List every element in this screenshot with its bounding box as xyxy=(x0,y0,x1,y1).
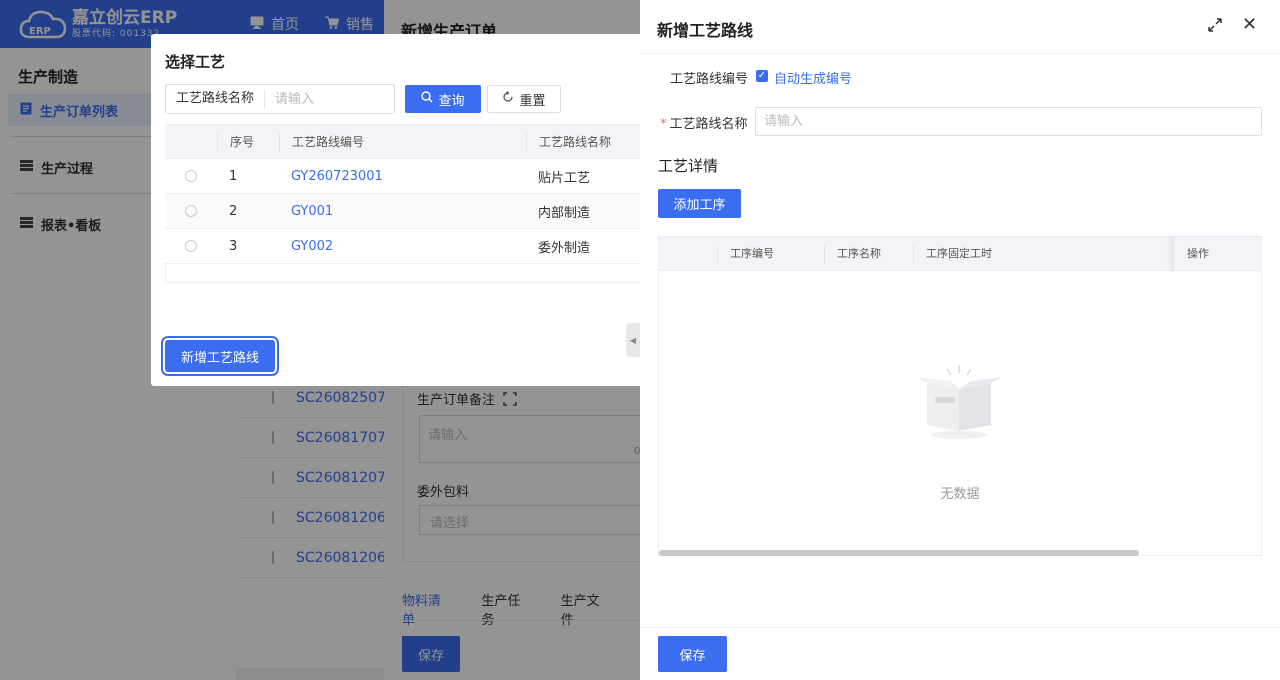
table-row[interactable]: 3 GY002 委外制造 xyxy=(165,229,640,264)
caret-left-icon: ◀ xyxy=(629,335,637,345)
route-name-input[interactable] xyxy=(755,107,1262,136)
row-index: 2 xyxy=(229,203,238,219)
column-header: 工艺路线名称 xyxy=(526,132,640,151)
expand-icon[interactable] xyxy=(1206,16,1224,34)
column-header: 工序固定工时 xyxy=(913,244,1113,263)
empty-box-icon xyxy=(913,365,1007,441)
route-code-label: 工艺路线编号 xyxy=(670,72,749,87)
select-process-modal: 选择工艺 工艺路线名称 查询 重置 序号 工艺路线编号 工艺路线名称 1 GY2… xyxy=(151,34,640,386)
reset-button[interactable]: 重置 xyxy=(487,85,561,113)
auto-code-checkbox[interactable]: ✓ xyxy=(756,70,768,82)
row-radio[interactable] xyxy=(185,240,197,252)
table-header: 工序编号 工序名称 工序固定工时 操作 xyxy=(659,237,1261,271)
route-code-link[interactable]: GY260723001 xyxy=(279,169,526,184)
collapse-handle[interactable]: ◀ xyxy=(626,323,640,357)
close-icon[interactable]: ✕ xyxy=(1242,14,1257,36)
drawer-title: 新增工艺路线 xyxy=(657,21,754,40)
search-input[interactable] xyxy=(265,91,386,107)
search-icon xyxy=(421,91,433,107)
column-header: 序号 xyxy=(217,132,279,151)
process-steps-table: 工序编号 工序名称 工序固定工时 操作 无数据 xyxy=(658,236,1262,556)
column-header: 操作 xyxy=(1173,237,1263,271)
empty-text: 无数据 xyxy=(940,487,980,502)
route-code-link[interactable]: GY001 xyxy=(279,204,526,219)
add-process-button[interactable]: 添加工序 xyxy=(658,189,741,218)
table-footer xyxy=(165,264,640,283)
table-header: 序号 工艺路线编号 工艺路线名称 xyxy=(165,125,640,159)
query-button[interactable]: 查询 xyxy=(405,85,481,113)
search-label: 工艺路线名称 xyxy=(166,90,266,108)
row-radio[interactable] xyxy=(185,170,197,182)
table-row[interactable]: 2 GY001 内部制造 xyxy=(165,194,640,229)
save-button[interactable]: 保存 xyxy=(658,636,727,672)
table-row[interactable]: 1 GY260723001 贴片工艺 xyxy=(165,159,640,194)
process-table: 序号 工艺路线编号 工艺路线名称 1 GY260723001 贴片工艺 2 GY… xyxy=(165,124,640,283)
route-name: 委外制造 xyxy=(538,240,591,256)
column-header: 工艺路线编号 xyxy=(279,132,526,151)
row-radio[interactable] xyxy=(185,205,197,217)
section-title: 工艺详情 xyxy=(658,157,719,175)
column-header: 工序名称 xyxy=(824,244,913,263)
auto-code-label[interactable]: 自动生成编号 xyxy=(774,68,852,87)
new-route-button[interactable]: 新增工艺路线 xyxy=(165,340,275,372)
search-field: 工艺路线名称 xyxy=(165,84,395,114)
modal-title: 选择工艺 xyxy=(165,53,226,71)
column-header: 工序编号 xyxy=(717,244,824,263)
reset-label: 重置 xyxy=(519,93,546,109)
query-label: 查询 xyxy=(438,93,465,109)
new-route-drawer: 新增工艺路线 ✕ 工艺路线编号 ✓ 自动生成编号 *工艺路线名称 工艺详情 添加… xyxy=(640,0,1280,680)
refresh-icon xyxy=(502,90,514,107)
route-name-label: * 工艺路线名称 xyxy=(660,117,748,132)
row-index: 3 xyxy=(229,238,238,254)
row-index: 1 xyxy=(229,168,238,184)
horizontal-scrollbar[interactable] xyxy=(659,550,1139,556)
route-name: 内部制造 xyxy=(538,205,591,221)
route-name: 贴片工艺 xyxy=(538,170,591,186)
required-mark: * xyxy=(660,117,667,132)
drawer-header: 新增工艺路线 ✕ xyxy=(640,0,1280,54)
divider xyxy=(640,627,1280,628)
route-code-link[interactable]: GY002 xyxy=(279,239,526,254)
